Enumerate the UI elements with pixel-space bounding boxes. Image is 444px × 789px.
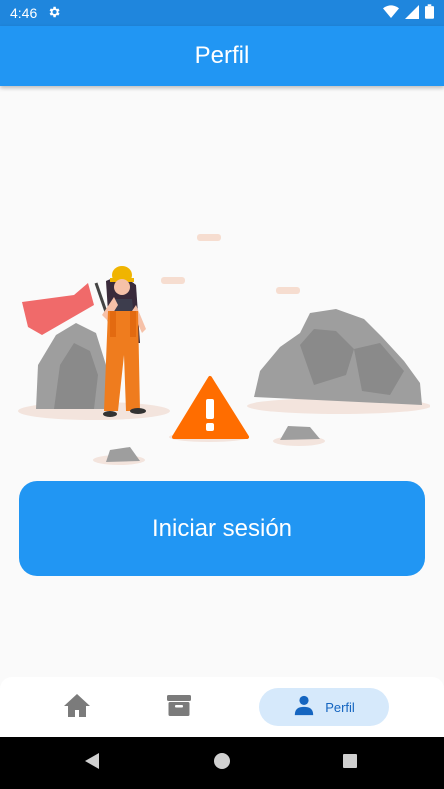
person-icon (293, 694, 315, 721)
nav-item-archive[interactable] (146, 677, 212, 737)
settings-icon (47, 5, 61, 22)
wifi-icon (383, 4, 399, 22)
app-bar: Perfil (0, 26, 444, 86)
flag-icon (22, 282, 116, 336)
square-icon (342, 753, 358, 774)
status-time: 4:46 (10, 5, 38, 21)
back-button[interactable] (62, 737, 122, 789)
circle-icon (213, 752, 231, 775)
nav-item-label: Perfil (325, 699, 355, 715)
battery-icon (425, 4, 434, 22)
archive-icon (166, 693, 192, 722)
home-button[interactable] (192, 737, 252, 789)
warning-triangle-icon (172, 376, 249, 439)
recents-button[interactable] (320, 737, 380, 789)
bottom-navigation: Perfil (0, 677, 444, 737)
home-icon (63, 692, 91, 723)
login-button[interactable]: Iniciar sesión (19, 481, 425, 576)
signal-icon (405, 4, 419, 22)
worker-figure (102, 266, 146, 417)
page-title: Perfil (194, 42, 250, 69)
rock-icon (36, 323, 108, 409)
status-bar: 4:46 (0, 0, 444, 26)
nav-item-profile[interactable]: Perfil (259, 688, 389, 726)
nav-item-home[interactable] (44, 677, 110, 737)
system-navigation-bar (0, 737, 444, 789)
error-illustration (14, 225, 431, 470)
back-icon (84, 752, 100, 775)
